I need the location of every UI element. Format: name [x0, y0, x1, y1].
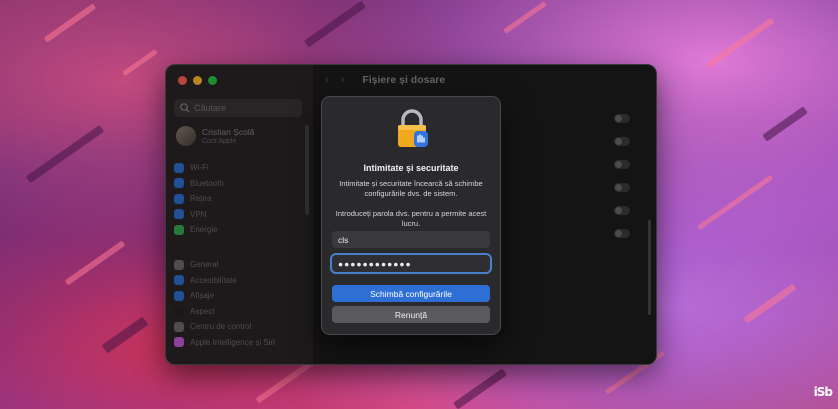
dialog-prompt: Introduceți parola dvs. pentru a permite… [335, 209, 487, 228]
password-field[interactable] [332, 255, 490, 272]
dialog-title: Intimitate și securitate [363, 163, 459, 173]
lock-icon [398, 109, 428, 147]
dialog-message: Intimitate și securitate încearcă să sch… [339, 179, 483, 198]
watermark-logo: iSb [813, 385, 833, 399]
username-field[interactable] [332, 231, 490, 248]
auth-dialog: Intimitate și securitate Intimitate și s… [321, 96, 501, 335]
change-settings-button[interactable]: Schimbă configurările [332, 285, 490, 302]
cancel-button[interactable]: Renunță [332, 306, 490, 323]
